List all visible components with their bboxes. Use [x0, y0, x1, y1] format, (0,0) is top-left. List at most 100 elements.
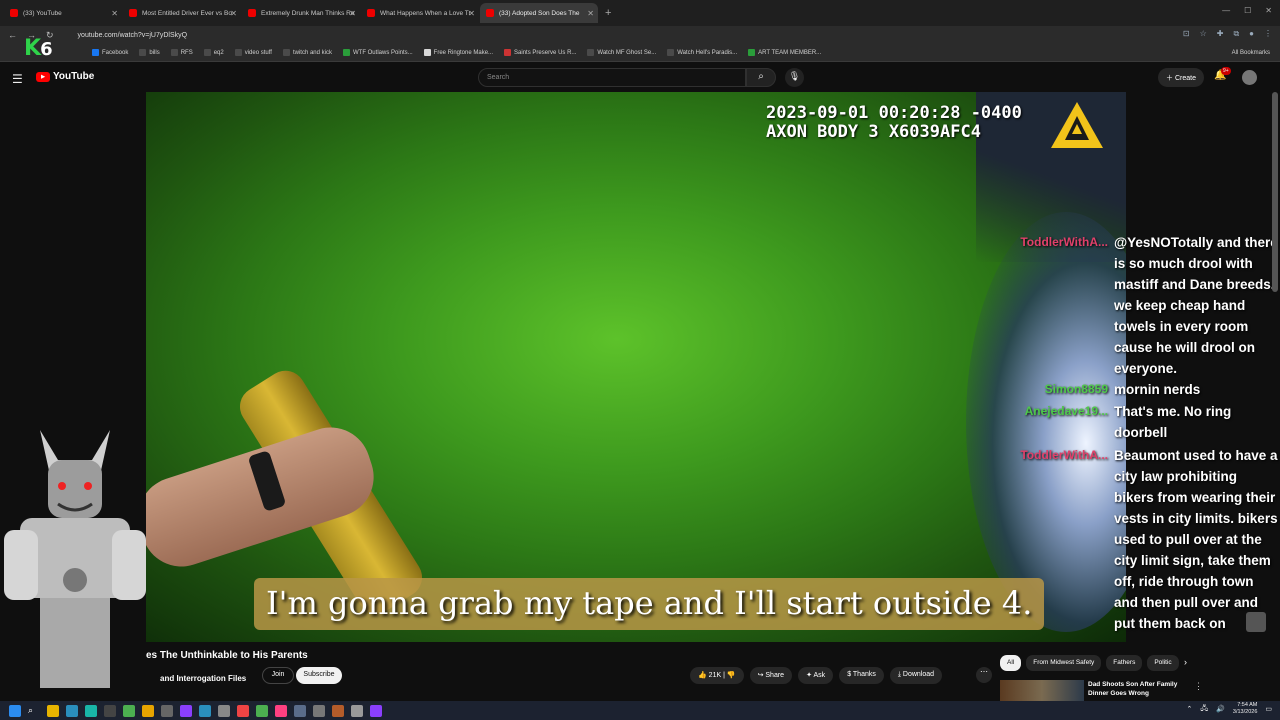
browser-tab[interactable]: What Happens When a Love Tr ✕ — [361, 3, 479, 23]
search-icon[interactable]: ⌕ — [28, 704, 40, 717]
url-field[interactable]: youtube.com/watch?v=jU7yDlSkyQ — [78, 32, 188, 39]
channel-name[interactable]: and Interrogation Files — [160, 674, 246, 683]
app-icon[interactable] — [85, 704, 97, 717]
search-input[interactable]: Search — [478, 68, 746, 87]
app-icon[interactable] — [313, 704, 325, 717]
chip-all[interactable]: All — [1000, 655, 1022, 671]
join-button[interactable]: Join — [262, 667, 294, 684]
app-icon[interactable] — [370, 704, 382, 717]
close-window-icon[interactable]: ✕ — [1265, 6, 1272, 15]
puzzle-icon[interactable]: ⧉ — [1233, 29, 1239, 39]
brand-name: YouTube — [53, 71, 95, 82]
star-icon[interactable]: ☆ — [1200, 29, 1207, 39]
bookmark-item[interactable]: Watch MF Ghost Se... — [587, 49, 656, 56]
browser-tab[interactable]: Most Entitled Driver Ever vs Bo ✕ — [123, 3, 241, 23]
thanks-button[interactable]: $ Thanks — [839, 667, 884, 684]
browser-tab[interactable]: (33) YouTube ✕ — [4, 3, 122, 23]
close-tab-icon[interactable]: ✕ — [587, 9, 594, 18]
app-icon[interactable] — [218, 704, 230, 717]
back-icon[interactable]: ← — [8, 30, 17, 41]
voice-search-button[interactable]: 🎙 — [785, 68, 804, 87]
app-icon[interactable] — [199, 704, 211, 717]
bookmark-item[interactable]: Watch Hell's Paradis... — [667, 49, 737, 56]
kebab-menu-icon[interactable]: ⋮ — [1194, 681, 1203, 692]
bookmark-item[interactable]: Facebook — [92, 49, 128, 56]
share-button[interactable]: ↪ Share — [749, 667, 793, 684]
app-icon[interactable] — [180, 704, 192, 717]
download-button[interactable]: ⤓ Download — [889, 667, 943, 684]
close-tab-icon[interactable]: ✕ — [468, 9, 475, 18]
notifications-button[interactable]: 🔔 9+ — [1214, 67, 1231, 81]
app-icon[interactable] — [104, 704, 116, 717]
app-icon[interactable] — [66, 704, 78, 717]
bookmark-item[interactable]: ART TEAM MEMBER... — [748, 49, 821, 56]
app-icon[interactable] — [275, 704, 287, 717]
youtube-logo[interactable]: ▶ YouTube — [36, 71, 94, 82]
bookmark-item[interactable]: RFS — [170, 49, 193, 56]
network-icon[interactable]: 🖧 — [1200, 704, 1208, 715]
volume-icon[interactable]: 🔊 — [1216, 705, 1225, 713]
recommended-title[interactable]: Dad Shoots Son After Family Dinner Goes … — [1088, 680, 1188, 698]
youtube-favicon-icon — [248, 9, 256, 17]
chrome-icon[interactable] — [256, 704, 268, 717]
recommended-thumbnail[interactable] — [1000, 680, 1084, 702]
create-button[interactable]: ＋ Create — [1158, 68, 1204, 87]
address-bar: ← → ↻ youtube.com/watch?v=jU7yDlSkyQ ⊡ ☆… — [0, 26, 1280, 44]
bookmark-item[interactable]: eq2 — [203, 49, 224, 56]
bookmark-item[interactable]: bills — [139, 49, 160, 56]
windows-start-icon[interactable] — [9, 704, 21, 717]
like-button[interactable]: 👍 21K | 👎 — [690, 667, 744, 684]
install-icon[interactable]: ⊡ — [1183, 29, 1190, 39]
youtube-favicon-icon — [10, 9, 18, 17]
bookmark-item[interactable]: Saints Preserve Us R... — [504, 49, 576, 56]
notification-center-icon[interactable]: ▭ — [1265, 705, 1272, 713]
profile-icon[interactable]: ● — [1249, 29, 1254, 39]
bodycam-timestamp: 2023-09-01 00:20:28 -0400 — [766, 103, 1022, 123]
minimize-icon[interactable]: — — [1222, 6, 1230, 15]
app-icon[interactable] — [332, 704, 344, 717]
app-icon[interactable] — [123, 704, 135, 717]
bookmark-item[interactable]: twitch and kick — [282, 49, 332, 56]
download-label: Download — [902, 671, 935, 678]
new-tab-button[interactable]: + — [605, 7, 611, 19]
app-icon[interactable] — [161, 704, 173, 717]
app-icon[interactable] — [294, 704, 306, 717]
extension-icon[interactable]: ✚ — [1217, 29, 1224, 39]
maximize-icon[interactable]: ☐ — [1244, 6, 1251, 15]
more-actions-icon[interactable]: ⋯ — [976, 667, 992, 683]
chip[interactable]: Fathers — [1106, 655, 1143, 671]
ask-button[interactable]: ✦ Ask — [798, 667, 834, 684]
windows-taskbar: ⌕ — [0, 701, 1280, 720]
play-logo-icon: ▶ — [36, 71, 50, 82]
chat-widget-icon — [1246, 612, 1266, 632]
firefox-icon[interactable] — [237, 704, 249, 717]
app-icon[interactable] — [142, 704, 154, 717]
settings-icon[interactable] — [351, 704, 363, 717]
chip[interactable]: Politic — [1147, 655, 1179, 671]
close-tab-icon[interactable]: ✕ — [230, 9, 237, 18]
chevron-right-icon[interactable]: › — [1184, 657, 1187, 667]
close-tab-icon[interactable]: ✕ — [349, 9, 356, 18]
chip[interactable]: From Midwest Safety — [1026, 655, 1102, 671]
hamburger-menu-icon[interactable]: ☰ — [12, 72, 23, 86]
all-bookmarks[interactable]: All Bookmarks — [1232, 50, 1270, 56]
browser-tab[interactable]: Extremely Drunk Man Thinks Re ✕ — [242, 3, 360, 23]
chevron-up-icon[interactable]: ⌃ — [1187, 705, 1193, 713]
avatar[interactable] — [1242, 70, 1257, 85]
video-player[interactable]: 2023-09-01 00:20:28 -0400 AXON BODY 3 X6… — [146, 92, 1126, 642]
bookmarks-bar: Facebook bills RFS eq2 video stuff twitc… — [0, 44, 1280, 62]
close-tab-icon[interactable]: ✕ — [111, 9, 118, 18]
bookmark-item[interactable]: Free Ringtone Make... — [423, 49, 493, 56]
clock-date: 3/13/2026 — [1232, 709, 1258, 715]
search-button[interactable]: ⌕ — [746, 68, 776, 87]
bookmark-item[interactable]: WTF Outlaws Points... — [342, 49, 413, 56]
thumbs-down-icon[interactable]: | 👎 — [723, 672, 735, 679]
clock[interactable]: 7:54 AM 3/13/2026 — [1233, 702, 1257, 716]
page-scrollbar[interactable] — [1272, 92, 1278, 292]
folder-icon — [282, 49, 290, 56]
kebab-menu-icon[interactable]: ⋮ — [1264, 29, 1272, 39]
bookmark-item[interactable]: video stuff — [234, 49, 272, 56]
file-explorer-icon[interactable] — [47, 704, 59, 717]
browser-tab-active[interactable]: (33) Adopted Son Does The ✕ — [480, 3, 598, 23]
subscribe-button[interactable]: Subscribe — [296, 667, 342, 684]
